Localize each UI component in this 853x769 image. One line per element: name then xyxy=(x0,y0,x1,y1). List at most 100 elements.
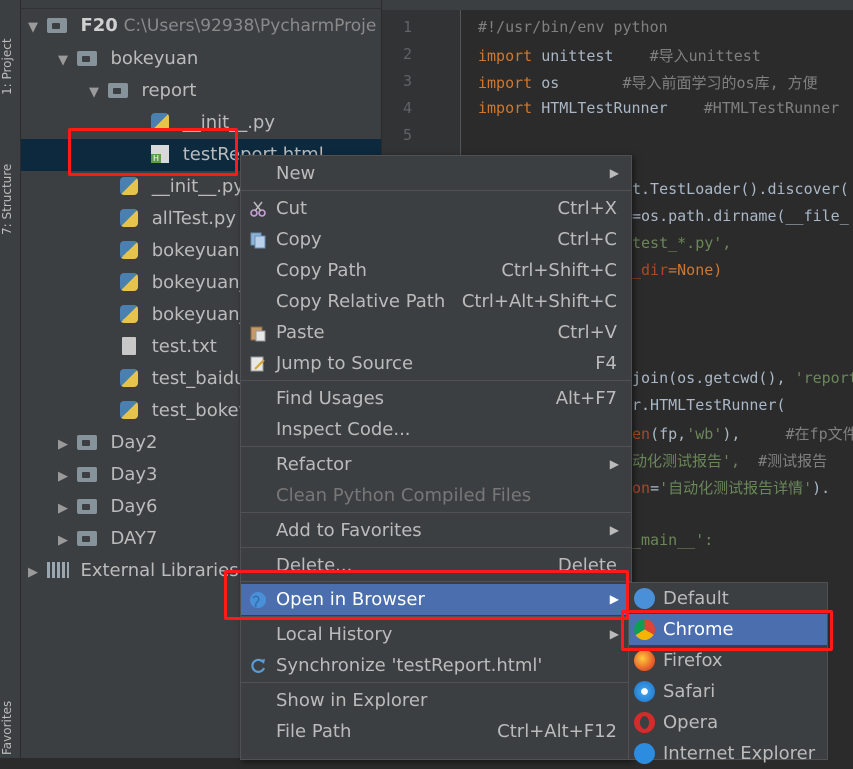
expanded-arrow-icon[interactable]: ▼ xyxy=(25,12,41,44)
browser-safari[interactable]: Safari xyxy=(629,676,827,707)
tree-item-external-libraries[interactable]: ▶ External Libraries xyxy=(25,555,239,587)
tree-root-name: F20 xyxy=(80,15,118,36)
submenu-arrow-icon: ▶ xyxy=(609,523,619,537)
tree-item-label: report xyxy=(141,80,197,101)
menu-item-inspect-code[interactable]: Inspect Code... xyxy=(241,414,631,445)
collapsed-arrow-icon[interactable]: ▶ xyxy=(25,557,41,589)
folder-icon xyxy=(76,467,97,482)
tab-favorites[interactable]: Favorites xyxy=(0,680,20,758)
collapsed-arrow-icon[interactable]: ▶ xyxy=(55,429,71,461)
folder-icon xyxy=(76,51,97,66)
tree-item-label: allTest.py xyxy=(151,208,237,229)
python-file-icon xyxy=(120,241,138,259)
folder-icon xyxy=(46,18,67,33)
tab-project-label: 1: Project xyxy=(0,38,14,95)
menu-item-copy[interactable]: Copy Ctrl+C xyxy=(241,224,631,255)
menu-item-show-in-explorer[interactable]: Show in Explorer xyxy=(241,685,631,716)
tree-item-alltest[interactable]: allTest.py xyxy=(120,203,236,235)
python-file-icon xyxy=(120,369,138,387)
menu-item-copy-path[interactable]: Copy Path Ctrl+Shift+C xyxy=(241,255,631,286)
python-file-icon xyxy=(120,305,138,323)
menu-item-refactor[interactable]: Refactor ▶ xyxy=(241,449,631,480)
code-line-15: on='自动化测试报告详情'). xyxy=(632,479,831,497)
folder-icon xyxy=(76,499,97,514)
tree-item-label: bokeyuan- xyxy=(151,240,247,261)
tree-root-path: C:\Users\92938\PycharmProje xyxy=(123,16,377,36)
firefox-icon xyxy=(634,650,655,671)
submenu-arrow-icon: ▶ xyxy=(609,627,619,641)
safari-icon xyxy=(634,681,655,702)
python-file-icon xyxy=(120,273,138,291)
menu-separator xyxy=(241,446,631,447)
code-line-8: =os.path.dirname(__file_ xyxy=(632,207,849,225)
collapsed-arrow-icon[interactable]: ▶ xyxy=(55,493,71,525)
tree-item-day7[interactable]: ▶ DAY7 xyxy=(55,523,157,555)
menu-item-clean-compiled: Clean Python Compiled Files xyxy=(276,485,532,506)
tree-item-label: External Libraries xyxy=(80,560,239,581)
code-line-11: join(os.getcwd(), 'report xyxy=(632,369,853,387)
scissors-icon xyxy=(250,201,266,217)
tree-item-report[interactable]: ▼ report xyxy=(86,75,196,107)
tree-root[interactable]: ▼ F20 C:\Users\92938\PycharmProje xyxy=(25,10,376,42)
menu-item-find-usages[interactable]: Find Usages Alt+F7 xyxy=(241,383,631,414)
menu-item-copy-relative-path[interactable]: Copy Relative Path Ctrl+Alt+Shift+C xyxy=(241,286,631,317)
tree-item-day6[interactable]: ▶ Day6 xyxy=(55,491,157,523)
context-menu: New ▶ Cut Ctrl+X Copy Ctrl+C Copy Path Ctrl+… xyxy=(240,155,632,760)
jump-to-source-icon xyxy=(250,356,265,372)
tree-item-label: __init__.py xyxy=(151,176,245,197)
python-file-icon xyxy=(120,401,138,419)
tree-item-label: bokeyuan_ xyxy=(151,272,249,293)
menu-item-local-history[interactable]: Local History ▶ xyxy=(241,619,631,650)
menu-separator xyxy=(241,190,631,191)
tree-item-day3[interactable]: ▶ Day3 xyxy=(55,459,157,491)
menu-item-file-path[interactable]: File Path Ctrl+Alt+F12 xyxy=(241,716,631,747)
sync-icon xyxy=(251,658,266,673)
tree-item-label: bokeyuan_ xyxy=(151,304,249,325)
folder-icon xyxy=(76,435,97,450)
folder-icon xyxy=(76,531,97,546)
menu-item-cut[interactable]: Cut Ctrl+X xyxy=(241,193,631,224)
code-line-12: r.HTMLTestRunner( xyxy=(632,396,786,414)
code-line-17: _main__': xyxy=(632,531,714,549)
line-number: 5 xyxy=(402,126,412,144)
annotation-box-open-in-browser xyxy=(224,570,629,620)
tab-structure-label: 7: Structure xyxy=(0,163,14,235)
browser-internet-explorer[interactable]: Internet Explorer xyxy=(629,738,827,769)
tree-item-bokeyuan-1[interactable]: bokeyuan- xyxy=(120,235,246,267)
tab-structure[interactable]: 7: Structure xyxy=(0,130,20,240)
code-line-1: #!/usr/bin/env python xyxy=(478,18,668,36)
code-line-14: 动化测试报告', #测试报告 xyxy=(632,452,828,470)
tree-item-bokeyuan[interactable]: ▼ bokeyuan xyxy=(55,43,198,75)
python-file-icon xyxy=(120,177,138,195)
code-line-9: test_*.py', xyxy=(632,234,732,252)
collapsed-arrow-icon[interactable]: ▶ xyxy=(55,525,71,557)
annotation-box-testreport xyxy=(68,128,238,176)
expanded-arrow-icon[interactable]: ▼ xyxy=(86,77,102,109)
folder-icon xyxy=(107,83,128,98)
menu-item-paste[interactable]: Paste Ctrl+V xyxy=(241,317,631,348)
expanded-arrow-icon[interactable]: ▼ xyxy=(55,45,71,77)
menu-item-add-to-favorites[interactable]: Add to Favorites ▶ xyxy=(241,515,631,546)
tree-item-label: Day6 xyxy=(110,496,158,517)
tree-item-testtxt[interactable]: test.txt xyxy=(120,331,217,363)
annotation-box-chrome xyxy=(621,610,833,651)
line-number: 2 xyxy=(402,45,412,63)
menu-separator xyxy=(241,547,631,548)
tree-item-bokeyuan-2[interactable]: bokeyuan_ xyxy=(120,267,249,299)
collapsed-arrow-icon[interactable]: ▶ xyxy=(55,461,71,493)
tree-item-bokeyuan-3[interactable]: bokeyuan_ xyxy=(120,299,249,331)
tree-item-test-baidu[interactable]: test_baidus xyxy=(120,363,255,395)
code-line-4: import HTMLTestRunner #HTMLTestRunner xyxy=(478,99,849,117)
browser-opera[interactable]: Opera xyxy=(629,707,827,738)
tab-project[interactable]: 1: Project xyxy=(0,0,20,100)
tree-item-day2[interactable]: ▶ Day2 xyxy=(55,427,157,459)
menu-separator xyxy=(241,380,631,381)
tree-item-label: Day3 xyxy=(110,464,158,485)
tree-item-test-bokey[interactable]: test_bokey xyxy=(120,395,249,427)
menu-item-jump-to-source[interactable]: Jump to Source F4 xyxy=(241,348,631,379)
menu-item-new[interactable]: New ▶ xyxy=(241,158,631,189)
menu-item-synchronize[interactable]: Synchronize 'testReport.html' xyxy=(241,650,631,681)
submenu-arrow-icon: ▶ xyxy=(609,166,619,180)
code-line-7: t.TestLoader().discover( xyxy=(632,180,849,198)
code-line-3: import os #导入前面学习的os库, 方便 xyxy=(478,74,818,92)
